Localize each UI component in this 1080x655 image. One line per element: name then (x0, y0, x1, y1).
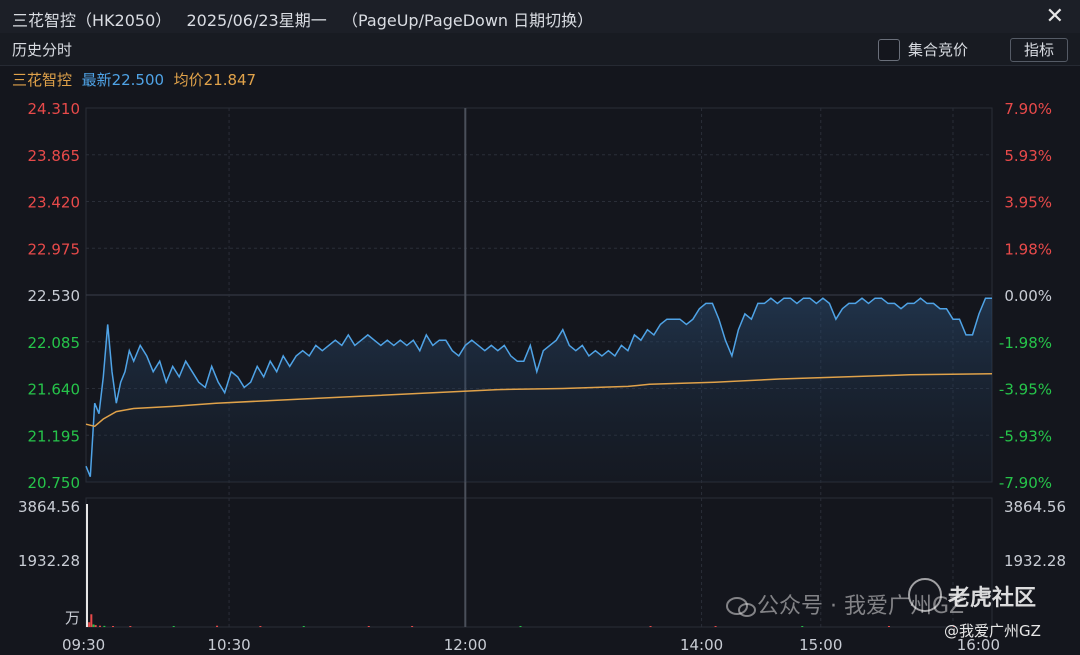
volume-bar (94, 625, 97, 627)
volume-bar (367, 626, 370, 627)
pct-tick-label: -7.90% (999, 474, 1052, 492)
volume-bar (99, 625, 102, 627)
pct-tick-label: 7.90% (1004, 100, 1052, 118)
price-tick-label: 24.310 (28, 100, 81, 118)
volume-bar (112, 626, 115, 627)
volume-tick-label-right: 3864.56 (1004, 498, 1066, 516)
time-tick-label: 12:00 (444, 636, 487, 654)
volume-bar (216, 625, 219, 627)
volume-bar (172, 626, 175, 627)
price-lines (85, 297, 993, 482)
pct-tick-label: 1.98% (1004, 240, 1052, 258)
price-tick-label: 21.640 (28, 381, 81, 399)
volume-tick-label: 3864.56 (18, 498, 80, 516)
pct-tick-label: -5.93% (999, 427, 1052, 445)
volume-tick-label-right: 1932.28 (1004, 552, 1066, 570)
price-tick-label: 22.085 (28, 334, 81, 352)
time-tick-label: 15:00 (799, 636, 842, 654)
volume-tick-label: 1932.28 (18, 552, 80, 570)
price-tick-label: 21.195 (28, 427, 81, 445)
pct-tick-label: 3.95% (1004, 194, 1052, 212)
price-tick-label: 22.975 (28, 240, 81, 258)
volume-tick-label: 万 (65, 609, 80, 627)
volume-bar (519, 626, 522, 627)
volume-bar (649, 626, 652, 627)
pct-tick-label: 0.00% (1004, 287, 1052, 305)
pct-tick-label: 5.93% (1004, 147, 1052, 165)
price-area-fill (86, 298, 992, 482)
volume-bar (129, 626, 132, 627)
volume-bar (103, 625, 106, 627)
price-tick-label: 23.865 (28, 147, 81, 165)
volume-bar (86, 504, 88, 627)
price-tick-label: 23.420 (28, 194, 81, 212)
tiger-logo-icon (908, 578, 942, 612)
price-tick-label: 20.750 (28, 474, 81, 492)
pct-tick-label: -3.95% (999, 381, 1052, 399)
tiger-community-brand: 老虎社区 (948, 586, 1037, 611)
time-tick-label: 10:30 (207, 636, 250, 654)
volume-bar (88, 622, 91, 627)
time-tick-label: 09:30 (62, 636, 105, 654)
pct-tick-label: -1.98% (999, 334, 1052, 352)
volume-bar (302, 626, 305, 627)
watermark-handle: @我爱广州GZ (944, 622, 1041, 640)
volume-bar (92, 624, 95, 627)
volume-bar (714, 626, 717, 627)
volume-bar (90, 614, 93, 627)
volume-bar (259, 626, 262, 627)
intraday-chart[interactable]: 24.310 7.90% 23.865 5.93% 23.420 3.95% 22.975 1… (0, 0, 1080, 655)
volume-bar (887, 626, 890, 627)
volume-bar (801, 626, 804, 627)
time-tick-label: 14:00 (680, 636, 723, 654)
price-tick-label: 22.530 (28, 287, 81, 305)
volume-bar (411, 626, 414, 627)
